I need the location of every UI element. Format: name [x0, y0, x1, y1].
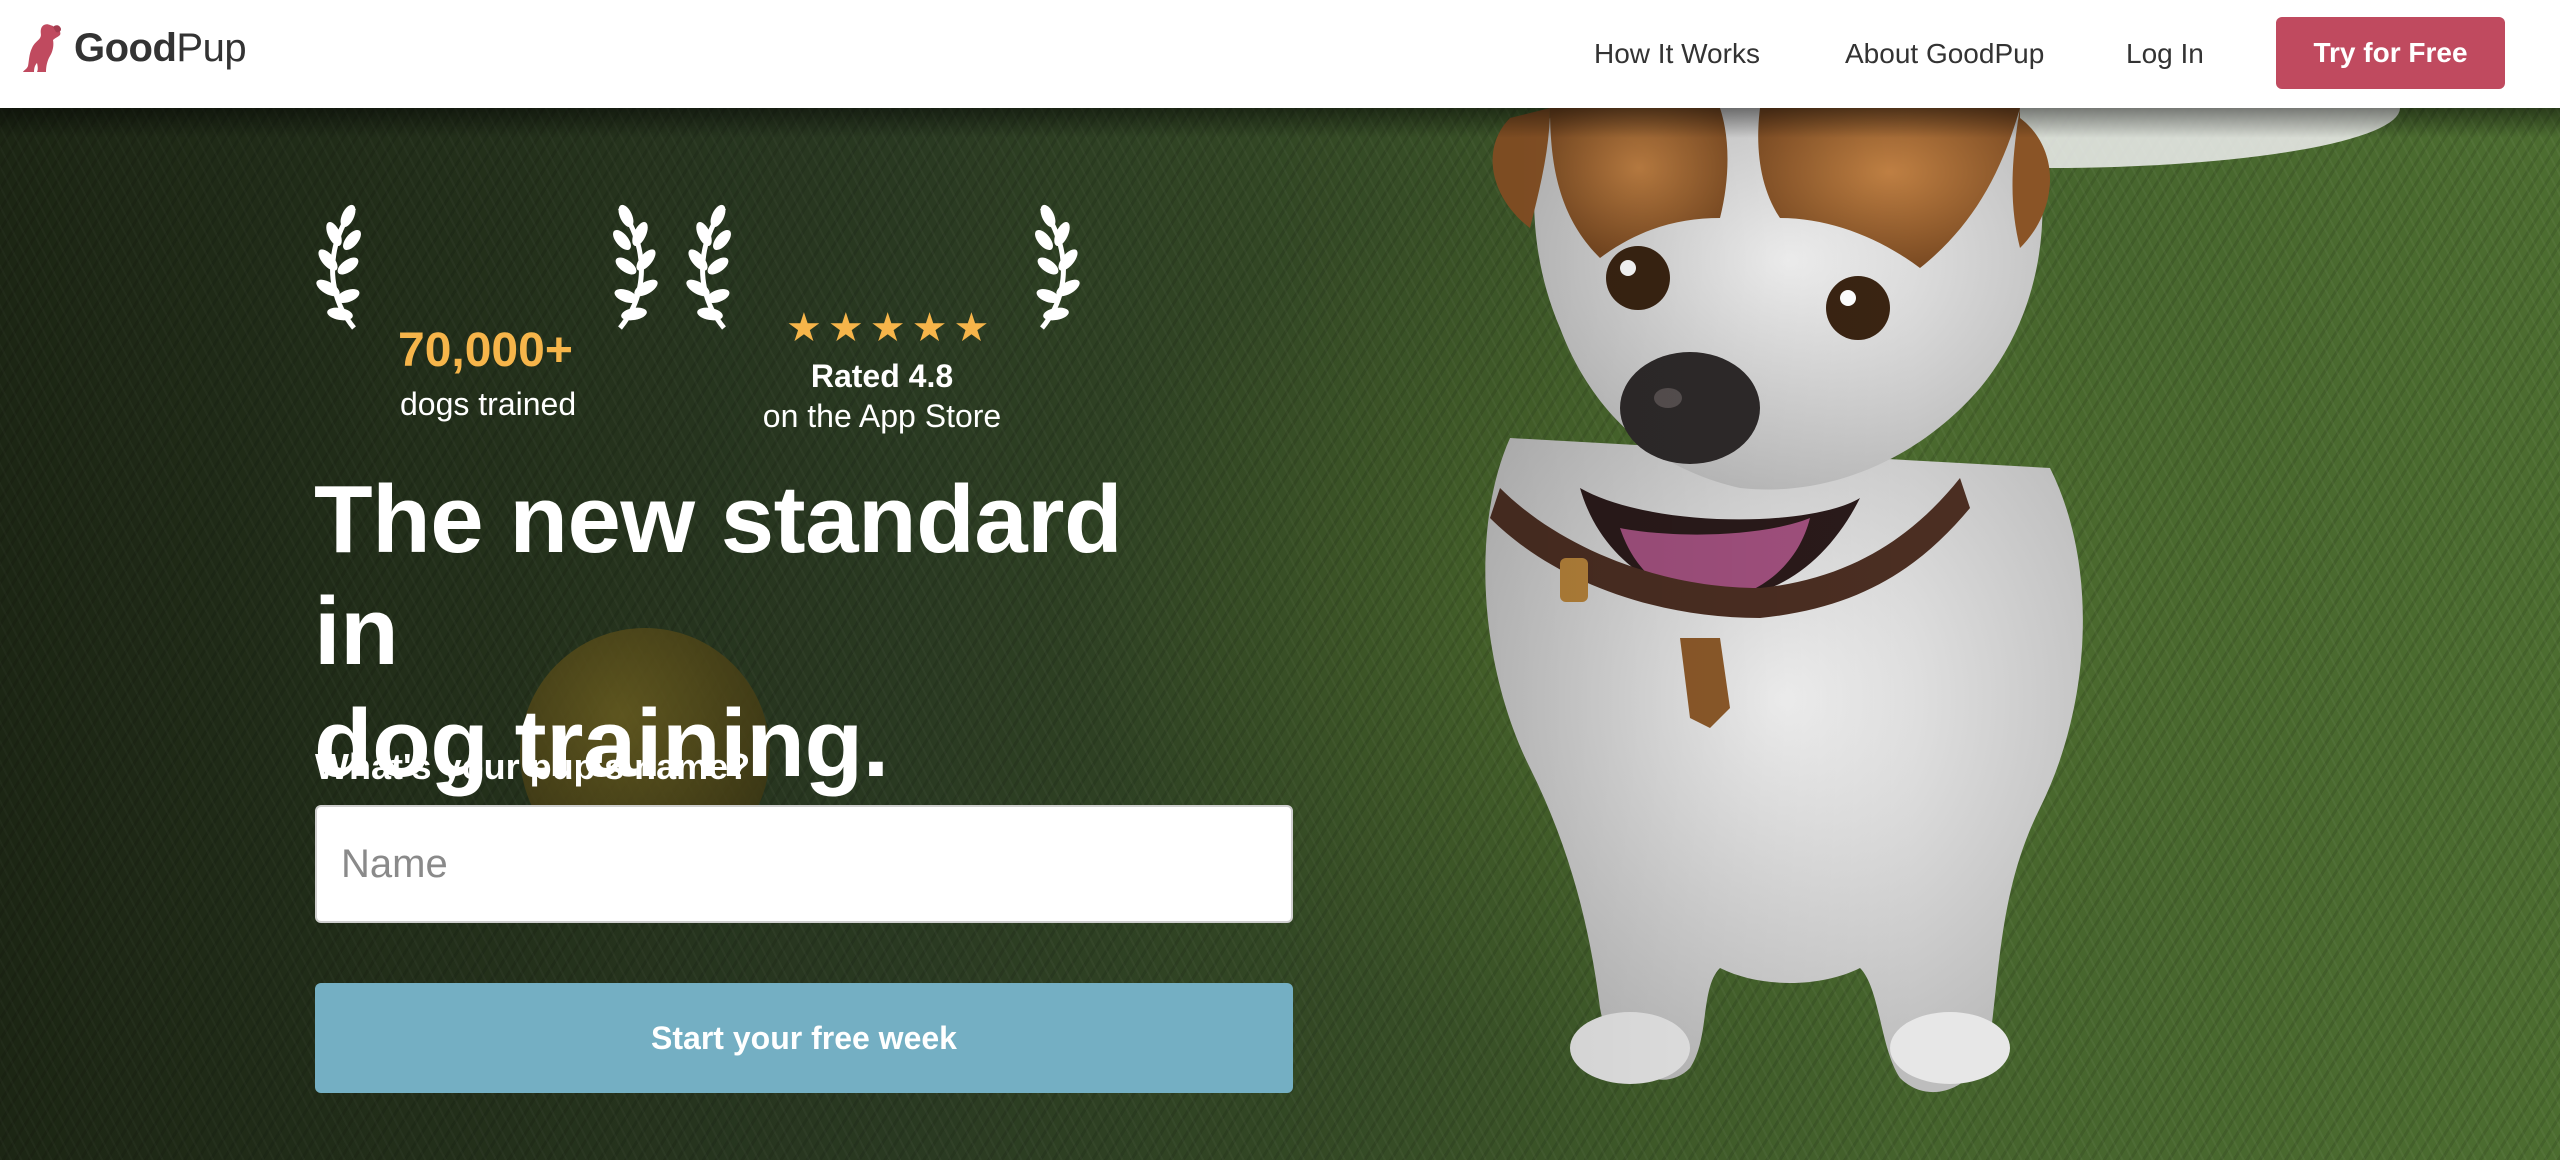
star-icon: ★	[953, 306, 990, 350]
hero-section: 70,000+ dogs trained ★ ★ ★ ★ ★ Rated 4.8…	[0, 108, 2560, 1160]
brand-logo[interactable]: GoodPup	[20, 20, 247, 76]
brand-name: GoodPup	[74, 25, 247, 70]
site-header: GoodPup How It Works About GoodPup Log I…	[0, 0, 2560, 108]
try-for-free-button[interactable]: Try for Free	[2276, 17, 2505, 89]
header-shadow	[0, 108, 2560, 138]
laurel-left-icon	[316, 204, 361, 330]
app-store-label: on the App Store	[762, 398, 1002, 434]
dog-logo-icon	[23, 24, 61, 72]
laurel-right-icon	[613, 204, 658, 330]
laurel-left-icon	[686, 204, 731, 330]
star-icon: ★	[786, 306, 822, 350]
pup-name-label: What's your pup's name?	[315, 746, 751, 787]
star-icon: ★	[911, 306, 948, 350]
star-icon: ★	[869, 306, 906, 350]
nav-about-goodpup[interactable]: About GoodPup	[1845, 0, 2044, 108]
star-icon: ★	[827, 306, 864, 350]
nav-log-in[interactable]: Log In	[2126, 0, 2204, 108]
dogs-trained-count: 70,000+	[398, 324, 573, 377]
dogs-trained-label: dogs trained	[400, 386, 577, 422]
nav-how-it-works[interactable]: How It Works	[1594, 0, 1760, 108]
star-rating: ★ ★ ★ ★ ★	[786, 306, 989, 350]
start-free-week-button[interactable]: Start your free week	[315, 983, 1293, 1093]
headline-line-1: The new standard in	[314, 466, 1123, 685]
app-store-rating: Rated 4.8	[810, 358, 954, 394]
laurel-right-icon	[1035, 204, 1080, 330]
pup-name-input[interactable]	[315, 805, 1293, 923]
